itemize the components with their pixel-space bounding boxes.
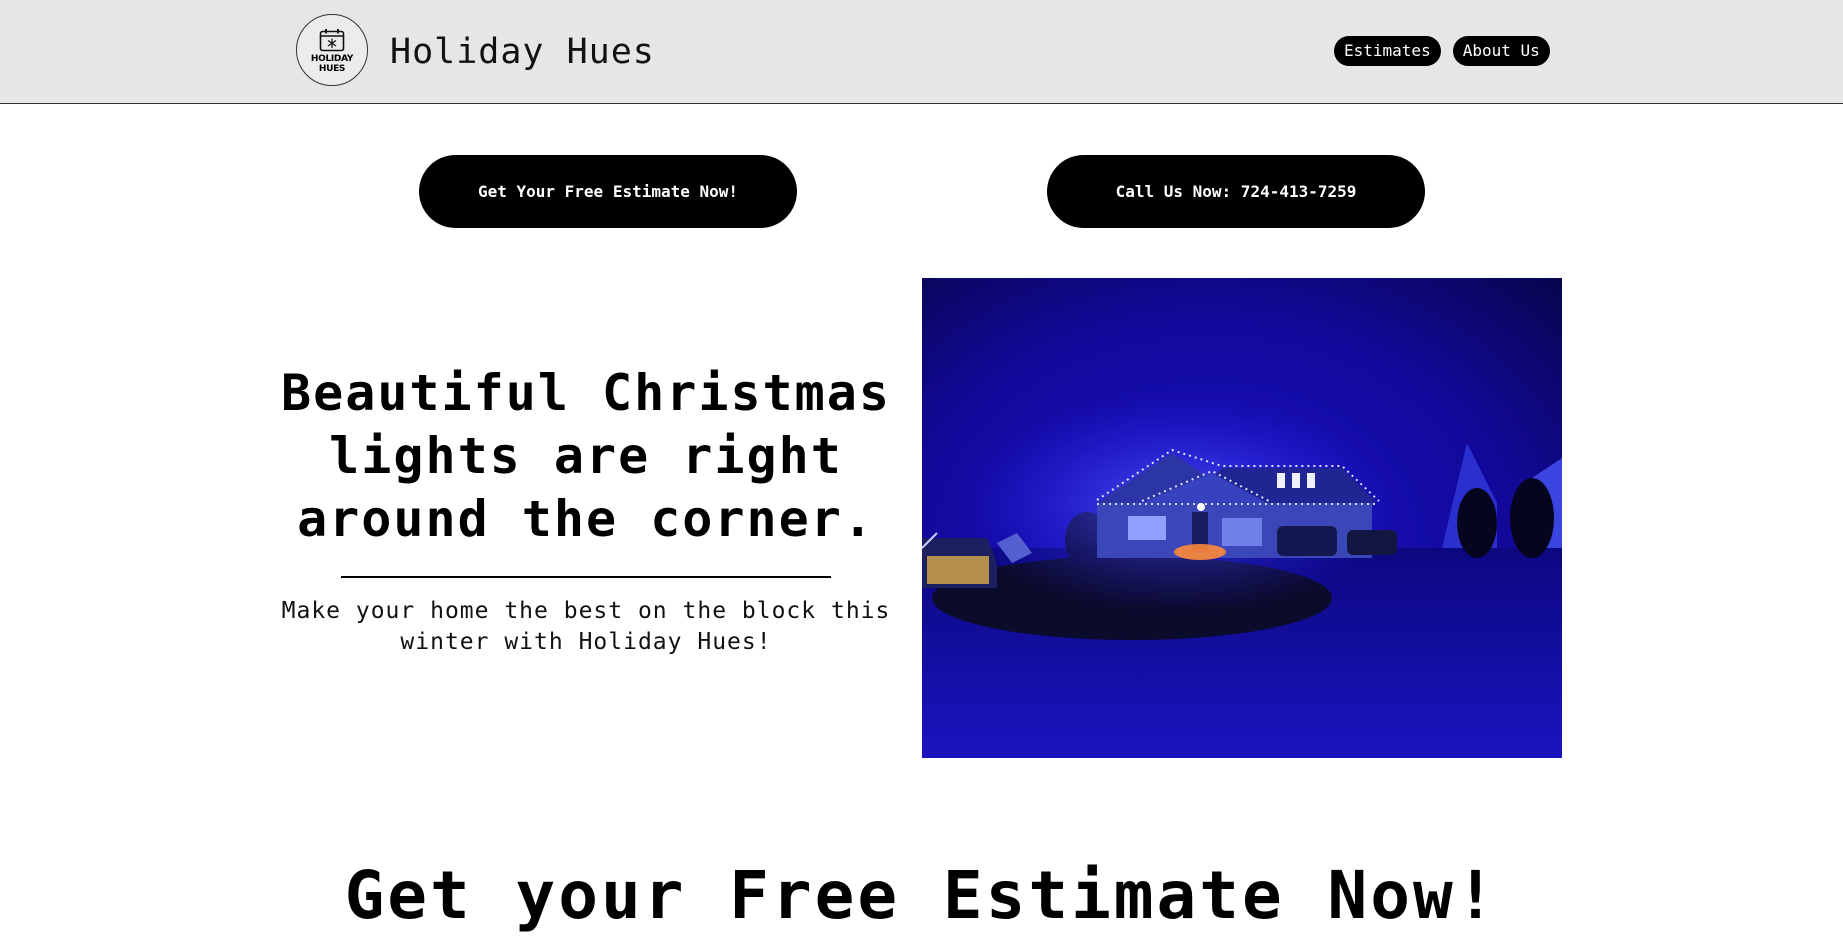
logo-text-line1: HOLIDAY — [310, 54, 354, 64]
logo-text-line2: HUES — [318, 64, 346, 74]
logo-text: HOLIDAY HUES — [310, 54, 354, 74]
nav-about-us[interactable]: About Us — [1452, 36, 1550, 66]
brand-name[interactable]: Holiday Hues — [390, 30, 655, 74]
hero-heading: Beautiful Christmas lights are right aro… — [281, 364, 891, 548]
hero-subtext: Make your home the best on the block thi… — [281, 598, 891, 655]
house-lights-photo — [922, 278, 1562, 758]
site-header: HOLIDAY HUES Holiday Hues Estimates Abou… — [0, 0, 1843, 104]
main-nav: Estimates About Us — [1334, 36, 1550, 66]
call-us-button[interactable]: Call Us Now: 724-413-7259 — [1047, 155, 1425, 228]
hero-text: Beautiful Christmas lights are right aro… — [276, 362, 896, 658]
nav-estimates[interactable]: Estimates — [1334, 36, 1441, 66]
logo[interactable]: HOLIDAY HUES — [296, 14, 368, 86]
hero-divider — [341, 576, 831, 578]
free-estimate-button[interactable]: Get Your Free Estimate Now! — [419, 155, 797, 228]
section-title-free-estimate: Get your Free Estimate Now! — [344, 857, 1499, 934]
calendar-snowflake-icon — [319, 29, 345, 52]
